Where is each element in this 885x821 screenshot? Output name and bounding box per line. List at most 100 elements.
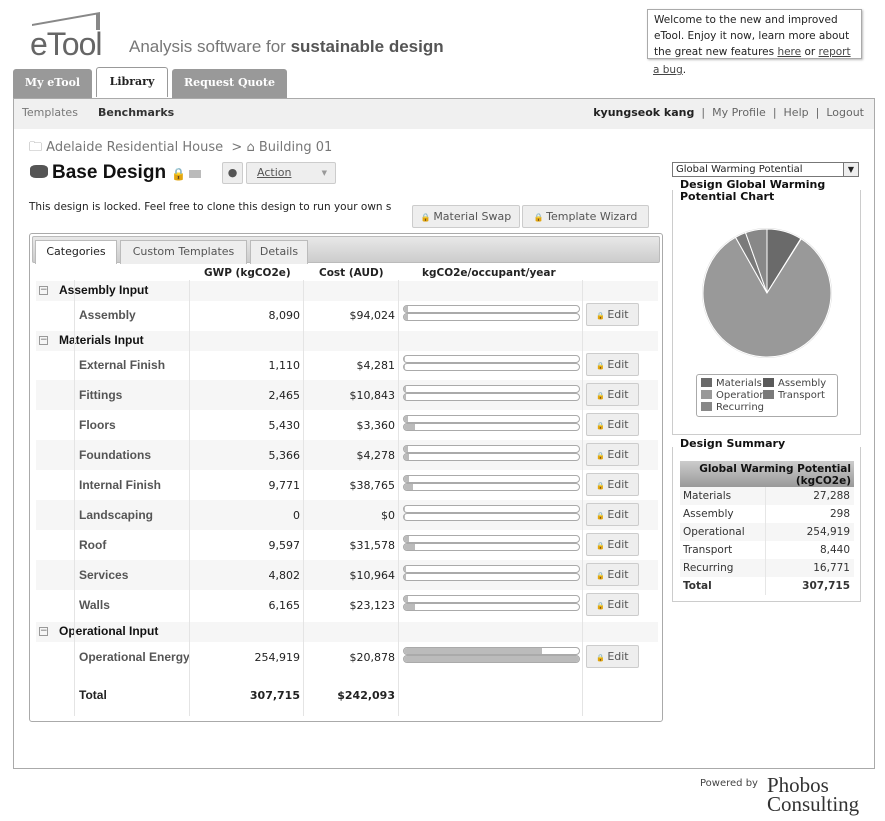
inner-tab-bar: Categories Custom Templates Details: [32, 236, 660, 264]
table-row: Landscaping 0 $0 🔒 Edit: [36, 500, 658, 530]
cost-bar: [403, 393, 580, 401]
lock-icon: 🔒: [596, 572, 608, 580]
action-dropdown[interactable]: Action ▼: [246, 162, 336, 184]
table-row: Foundations 5,366 $4,278 🔒 Edit: [36, 440, 658, 470]
row-gwp: 4,802: [268, 569, 301, 582]
collapse-icon[interactable]: −: [39, 336, 48, 345]
summary-row: Assembly 298: [680, 505, 854, 523]
summary-row: Materials 27,288: [680, 487, 854, 505]
report-bug-link-cont[interactable]: a bug: [653, 64, 683, 76]
gwp-bar: [403, 415, 580, 423]
gwp-pie-chart: [702, 228, 832, 358]
total-row: Total 307,715 $242,093: [79, 688, 395, 702]
breadcrumb: 🗀 Adelaide Residential House > ⌂ Buildin…: [29, 140, 333, 155]
row-gwp: 0: [293, 509, 300, 522]
row-cost: $20,878: [349, 651, 396, 664]
edit-button[interactable]: 🔒 Edit: [586, 473, 639, 496]
edit-button[interactable]: 🔒 Edit: [586, 353, 639, 376]
add-button[interactable]: ●: [222, 162, 243, 184]
cost-bar: [403, 603, 580, 611]
edit-button[interactable]: 🔒 Edit: [586, 503, 639, 526]
edit-button[interactable]: 🔒 Edit: [586, 383, 639, 406]
breadcrumb-project[interactable]: Adelaide Residential House: [46, 140, 223, 155]
powered-by: Powered by: [700, 778, 758, 789]
summary-row: Total 307,715: [680, 577, 854, 595]
phobos-logo[interactable]: Phobos Consulting: [767, 775, 859, 815]
templates-link[interactable]: Templates: [22, 106, 78, 119]
tab-library[interactable]: Library: [96, 67, 168, 97]
lock-icon: 🔒: [596, 602, 608, 610]
edit-button[interactable]: 🔒 Edit: [586, 593, 639, 616]
edit-button[interactable]: 🔒 Edit: [586, 645, 639, 668]
edit-button[interactable]: 🔒 Edit: [586, 303, 639, 326]
tab-details[interactable]: Details: [250, 240, 308, 264]
cost-bar: [403, 453, 580, 461]
gwp-bar: [403, 385, 580, 393]
help-link[interactable]: Help: [784, 106, 809, 119]
lock-icon: 🔒: [596, 654, 608, 662]
tab-custom-templates[interactable]: Custom Templates: [120, 240, 247, 264]
gwp-bar: [403, 475, 580, 483]
chart-legend: Materials Assembly Operational Transport…: [696, 374, 838, 417]
col-bar: kgCO2e/occupant/year: [422, 267, 556, 279]
lock-icon: 🔒: [596, 452, 608, 460]
gwp-bar: [403, 647, 580, 655]
cost-bar: [403, 363, 580, 371]
edit-button[interactable]: 🔒 Edit: [586, 443, 639, 466]
material-swap-button[interactable]: 🔒 Material Swap: [412, 205, 520, 228]
lock-icon: 🔒: [596, 392, 608, 400]
row-name: External Finish: [79, 358, 166, 372]
row-gwp: 254,919: [254, 651, 301, 664]
etool-logo[interactable]: eTool: [28, 10, 108, 62]
row-gwp: 2,465: [268, 389, 301, 402]
user-nav: kyungseok kang | My Profile | Help | Log…: [593, 106, 864, 119]
row-cost: $3,360: [356, 419, 396, 432]
cost-bar: [403, 655, 580, 663]
cost-bar: [403, 543, 580, 551]
my-profile-link[interactable]: My Profile: [712, 106, 766, 119]
row-gwp: 1,110: [268, 359, 301, 372]
chevron-down-icon: ▼: [321, 169, 327, 177]
tab-request-quote[interactable]: Request Quote: [172, 69, 287, 98]
username[interactable]: kyungseok kang: [593, 106, 694, 119]
logout-link[interactable]: Logout: [826, 106, 864, 119]
tagline: Analysis software for sustainable design: [129, 37, 444, 56]
edit-button[interactable]: 🔒 Edit: [586, 533, 639, 556]
group-row: − Materials Input: [36, 331, 658, 351]
here-link[interactable]: here: [777, 46, 801, 58]
row-name: Roof: [79, 538, 107, 552]
edit-button[interactable]: 🔒 Edit: [586, 563, 639, 586]
lock-icon: 🔒: [596, 542, 608, 550]
lock-icon: 🔒: [171, 167, 187, 181]
collapse-icon[interactable]: −: [39, 627, 48, 636]
lock-icon: 🔒: [420, 213, 434, 222]
cost-bar: [403, 313, 580, 321]
row-cost: $10,964: [349, 569, 396, 582]
row-name: Services: [79, 568, 129, 582]
row-name: Walls: [79, 598, 110, 612]
benchmarks-link[interactable]: Benchmarks: [98, 106, 174, 119]
row-name: Fittings: [79, 388, 123, 402]
collapse-icon[interactable]: −: [39, 286, 48, 295]
design-summary-table: Global Warming Potential (kgCO2e) Materi…: [680, 461, 854, 595]
edit-button[interactable]: 🔒 Edit: [586, 413, 639, 436]
report-bug-link[interactable]: report: [819, 46, 851, 58]
summary-row: Operational 254,919: [680, 523, 854, 541]
table-row: Roof 9,597 $31,578 🔒 Edit: [36, 530, 658, 560]
table-row: Floors 5,430 $3,360 🔒 Edit: [36, 410, 658, 440]
template-wizard-button[interactable]: 🔒 Template Wizard: [522, 205, 649, 228]
cost-bar: [403, 423, 580, 431]
tab-my-etool[interactable]: My eTool: [13, 69, 92, 98]
table-row: External Finish 1,110 $4,281 🔒 Edit: [36, 350, 658, 380]
group-row: − Assembly Input: [36, 281, 658, 301]
breadcrumb-building[interactable]: Building 01: [259, 140, 332, 155]
row-gwp: 8,090: [268, 309, 301, 322]
metric-select[interactable]: Global Warming Potential ▼: [672, 162, 859, 177]
row-gwp: 9,597: [268, 539, 301, 552]
row-gwp: 5,430: [268, 419, 301, 432]
cost-bar: [403, 483, 580, 491]
row-name: Floors: [79, 418, 116, 432]
group-name: Materials Input: [59, 333, 144, 347]
table-row: Walls 6,165 $23,123 🔒 Edit: [36, 590, 658, 620]
tab-categories[interactable]: Categories: [35, 240, 117, 264]
